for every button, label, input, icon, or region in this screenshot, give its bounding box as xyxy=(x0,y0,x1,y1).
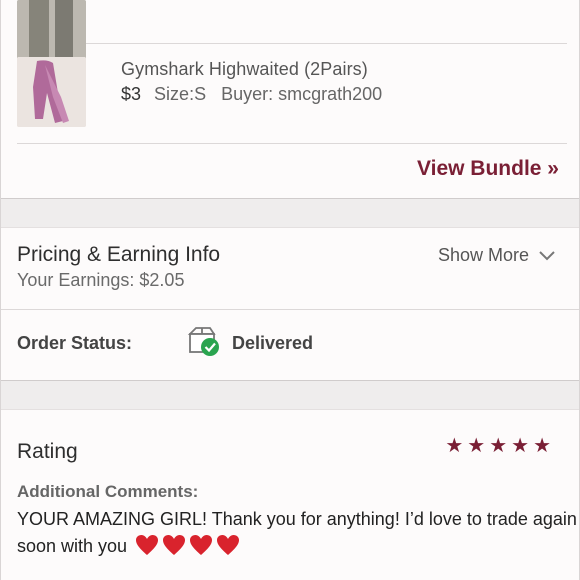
star-icon: ★ xyxy=(467,435,486,457)
list-item[interactable] xyxy=(17,0,567,70)
comment-text: YOUR AMAZING GIRL! Thank you for anythin… xyxy=(17,506,577,560)
rating-title: Rating xyxy=(17,440,78,463)
chevron-down-icon xyxy=(539,245,555,266)
pricing-title: Pricing & Earning Info xyxy=(17,243,221,266)
hearts xyxy=(135,534,240,556)
heart-icon xyxy=(163,535,186,555)
order-status-label: Order Status: xyxy=(17,333,133,353)
view-bundle-link[interactable]: View Bundle » xyxy=(417,157,559,181)
section-separator xyxy=(1,380,579,410)
item-size: Size:S xyxy=(154,84,207,104)
show-more-label: Show More xyxy=(437,245,529,265)
heart-icon xyxy=(190,535,213,555)
heart-icon xyxy=(217,535,240,555)
item-price: $3 xyxy=(121,84,142,104)
star-icon: ★ xyxy=(533,435,551,457)
rating-stars: ★ ★ ★ ★ ★ xyxy=(445,433,551,458)
item-title[interactable]: Gymshark Highwaited (2Pairs) xyxy=(121,59,368,80)
delivered-box-icon xyxy=(187,326,221,363)
comments-label: Additional Comments: xyxy=(17,482,199,501)
earnings-text: Your Earnings: $2.05 xyxy=(17,270,185,290)
heart-icon xyxy=(136,535,159,555)
star-icon: ★ xyxy=(511,435,530,457)
comment-body: YOUR AMAZING GIRL! Thank you for anythin… xyxy=(17,509,577,556)
section-separator xyxy=(1,198,579,228)
divider xyxy=(1,309,579,310)
item-buyer[interactable]: Buyer: smcgrath200 xyxy=(221,84,382,104)
star-icon: ★ xyxy=(489,435,508,457)
order-details-screen: Gymshark Highwaited (2Pairs) $3 Size:S B… xyxy=(0,0,580,580)
list-item[interactable]: Gymshark Highwaited (2Pairs) $3 Size:S B… xyxy=(17,43,567,144)
item-meta: $3 Size:S Buyer: smcgrath200 xyxy=(121,84,382,105)
show-more-button[interactable]: Show More xyxy=(438,245,555,266)
order-status-value: Delivered xyxy=(232,333,314,353)
star-icon: ★ xyxy=(445,435,464,457)
item-thumbnail[interactable] xyxy=(17,57,86,127)
